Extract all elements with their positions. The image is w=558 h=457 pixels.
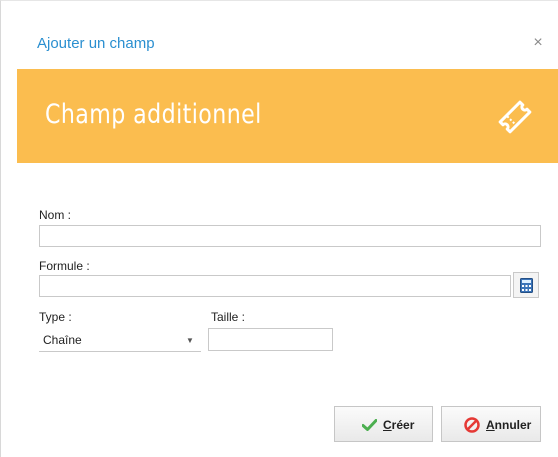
cancel-button[interactable]: Annuler bbox=[441, 406, 541, 442]
cancel-icon bbox=[464, 417, 480, 433]
type-label: Type : bbox=[39, 310, 72, 324]
taille-label: Taille : bbox=[211, 310, 246, 324]
banner-title: Champ additionnel bbox=[45, 99, 262, 130]
calculator-button[interactable] bbox=[513, 272, 539, 298]
formule-input[interactable] bbox=[39, 275, 511, 297]
taille-input[interactable] bbox=[208, 328, 333, 351]
chevron-down-icon: ▼ bbox=[186, 336, 194, 345]
add-field-dialog: Ajouter un champ × Champ additionnel Nom… bbox=[0, 0, 558, 457]
nom-label: Nom : bbox=[39, 208, 72, 222]
type-select[interactable]: Chaîne ▼ bbox=[39, 328, 201, 352]
calculator-icon bbox=[520, 278, 533, 293]
create-button[interactable]: Créer bbox=[334, 406, 433, 442]
create-button-label: Créer bbox=[383, 418, 415, 432]
ticket-icon bbox=[498, 100, 532, 134]
checkmark-icon bbox=[362, 419, 377, 431]
nom-input[interactable] bbox=[39, 225, 541, 247]
cancel-button-label: Annuler bbox=[486, 418, 532, 432]
type-select-value: Chaîne bbox=[43, 333, 82, 347]
header-banner: Champ additionnel bbox=[17, 69, 558, 163]
dialog-title: Ajouter un champ bbox=[37, 35, 155, 52]
close-button[interactable]: × bbox=[529, 34, 547, 52]
dialog-titlebar: Ajouter un champ × bbox=[1, 1, 558, 69]
formule-label: Formule : bbox=[39, 259, 90, 273]
